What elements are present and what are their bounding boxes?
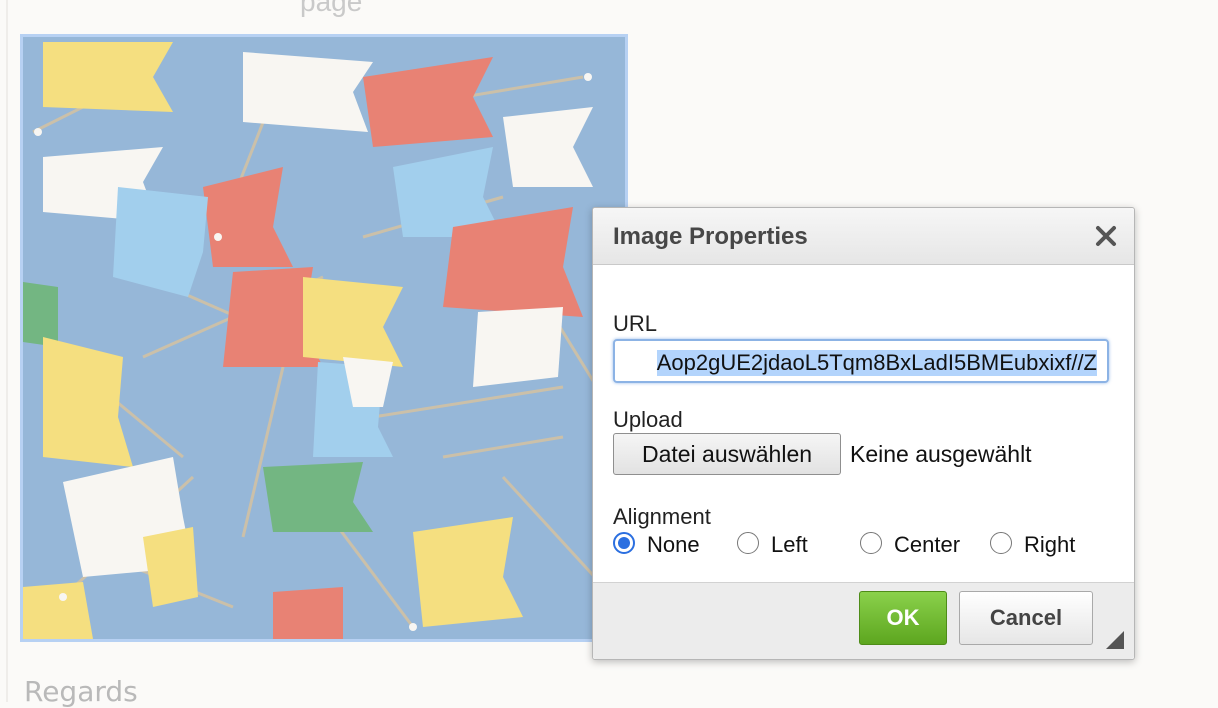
resize-handle-icon[interactable] [1106,631,1124,649]
url-label: URL [613,311,658,336]
dialog-header[interactable]: Image Properties [593,208,1134,265]
url-input[interactable]: Aop2gUE2jdaoL5Tqm8BxLadI5BMEubxixf//Z [613,339,1109,383]
radio-label-none: None [647,532,700,557]
cancel-button[interactable]: Cancel [959,591,1093,645]
radio-label-center: Center [894,532,961,557]
ok-button[interactable]: OK [859,591,947,645]
editor-left-border [6,0,8,702]
upload-label: Upload [613,407,683,432]
partial-paragraph-text: page [300,0,363,17]
radio-button-left[interactable] [737,532,759,554]
radio-button-center[interactable] [860,532,882,554]
dialog-title: Image Properties [613,223,808,250]
choose-file-button[interactable]: Datei auswählen [613,433,841,475]
url-input-value: Aop2gUE2jdaoL5Tqm8BxLadI5BMEubxixf//Z [656,350,1097,376]
image-fade-overlay [23,37,625,639]
radio-label-left: Left [771,532,808,557]
radio-button-right[interactable] [990,532,1012,554]
close-icon[interactable] [1094,224,1118,248]
image-properties-dialog: Image Properties URL Aop2gUE2jdaoL5Tqm8B… [592,207,1135,660]
selected-image[interactable] [20,34,628,642]
radio-label-right: Right [1024,532,1076,557]
radio-button-none[interactable] [613,532,635,554]
dialog-footer: OK Cancel [593,582,1134,659]
file-status-text: Keine ausgewählt [850,441,1032,467]
dialog-body: URL Aop2gUE2jdaoL5Tqm8BxLadI5BMEubxixf//… [593,265,1134,581]
alignment-label: Alignment [613,504,711,529]
regards-text: Regards [24,675,138,708]
